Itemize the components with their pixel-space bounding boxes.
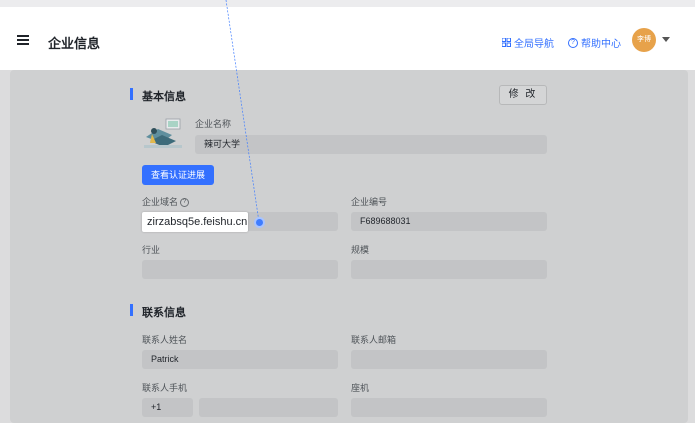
info-card [10,70,688,423]
industry-label: 行业 [142,245,161,255]
view-verification-button[interactable]: 查看认证进展 [142,165,214,185]
help-center-link[interactable]: ? 帮助中心 [568,35,621,50]
scale-label: 规模 [351,245,370,255]
section-marker [130,88,133,100]
basic-info-title: 基本信息 [142,91,186,103]
phone-code-select[interactable]: +1 [142,398,193,417]
top-header: 企业信息 全局导航 ? 帮助中心 李博 [0,0,695,78]
grid-icon [501,37,511,47]
domain-label: 企业域名? [142,195,190,208]
contact-name-field[interactable]: Patrick [142,350,338,369]
domain-label-text: 企业域名 [142,197,179,207]
contact-email-field[interactable] [351,350,547,369]
domain-value-popup: zirzabsq5e.feishu.cn [142,212,248,232]
company-name-field[interactable]: 辣可大学 [195,135,547,154]
global-nav-link[interactable]: 全局导航 [501,35,554,50]
landline-label: 座机 [351,383,370,393]
avatar[interactable]: 李博 [632,28,656,52]
section-marker [130,304,133,316]
contact-phone-label: 联系人手机 [142,383,188,393]
menu-icon[interactable] [17,35,29,45]
edit-button[interactable]: 修 改 [499,85,547,105]
industry-field[interactable] [142,260,338,279]
chevron-down-icon[interactable] [662,37,670,42]
help-center-label: 帮助中心 [581,39,621,50]
global-nav-label: 全局导航 [514,39,554,50]
company-id-field[interactable]: F689688031 [351,212,547,231]
company-name-label: 企业名称 [195,119,232,129]
phone-number-field[interactable] [199,398,338,417]
question-icon[interactable]: ? [180,198,190,208]
contact-info-title: 联系信息 [142,307,186,319]
contact-name-label: 联系人姓名 [142,335,188,345]
page-title: 企业信息 [48,36,101,51]
landline-field[interactable] [351,398,547,417]
company-id-label: 企业编号 [351,197,388,207]
contact-email-label: 联系人邮箱 [351,335,397,345]
company-logo-icon [142,117,184,151]
top-strip [0,0,695,7]
cursor-dot [254,217,265,228]
help-icon: ? [568,37,578,48]
scale-field[interactable] [351,260,547,279]
